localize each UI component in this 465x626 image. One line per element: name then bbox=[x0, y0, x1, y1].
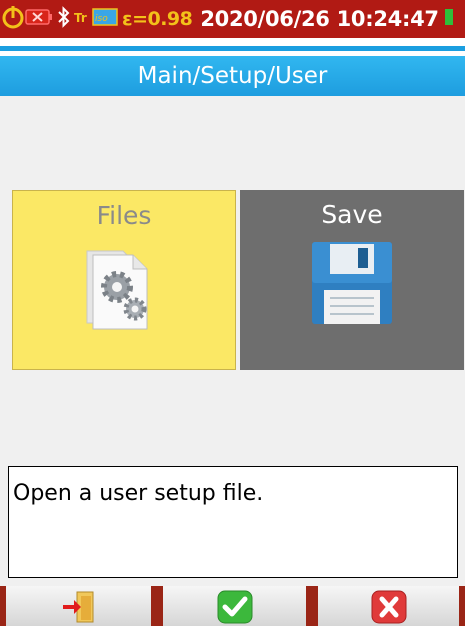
iso-icon: iso bbox=[92, 6, 118, 32]
save-tile-label: Save bbox=[321, 200, 383, 229]
page-title: Main/Setup/User bbox=[0, 56, 465, 96]
power-warning-icon bbox=[2, 4, 24, 34]
header-accent-line bbox=[0, 46, 465, 51]
floppy-disk-icon bbox=[312, 242, 392, 324]
function-bar bbox=[0, 586, 465, 626]
close-icon bbox=[371, 590, 406, 624]
cancel-button[interactable] bbox=[312, 586, 465, 626]
files-tile-label: Files bbox=[96, 201, 152, 230]
battery-empty-icon bbox=[25, 7, 53, 31]
svg-text:Tr: Tr bbox=[74, 11, 87, 25]
bluetooth-icon bbox=[57, 6, 71, 32]
exit-door-icon bbox=[62, 591, 93, 623]
header: Main/Setup/User bbox=[0, 38, 465, 96]
emissivity-value: ε=0.98 bbox=[122, 8, 193, 30]
exit-button[interactable] bbox=[0, 586, 157, 626]
description-box: Open a user setup file. bbox=[8, 466, 458, 578]
svg-text:iso: iso bbox=[95, 14, 108, 24]
date-time: 2020/06/26 10:24:47 bbox=[200, 7, 439, 31]
tr-icon: Tr bbox=[74, 6, 90, 32]
save-tile[interactable]: Save bbox=[240, 190, 464, 370]
status-bar: Tr iso ε=0.98 2020/06/26 10:24:47 bbox=[0, 0, 465, 38]
files-tile[interactable]: Files bbox=[12, 190, 236, 370]
battery-icon bbox=[444, 6, 454, 32]
checkmark-icon bbox=[217, 590, 252, 624]
file-settings-icon bbox=[86, 250, 148, 330]
confirm-button[interactable] bbox=[157, 586, 312, 626]
